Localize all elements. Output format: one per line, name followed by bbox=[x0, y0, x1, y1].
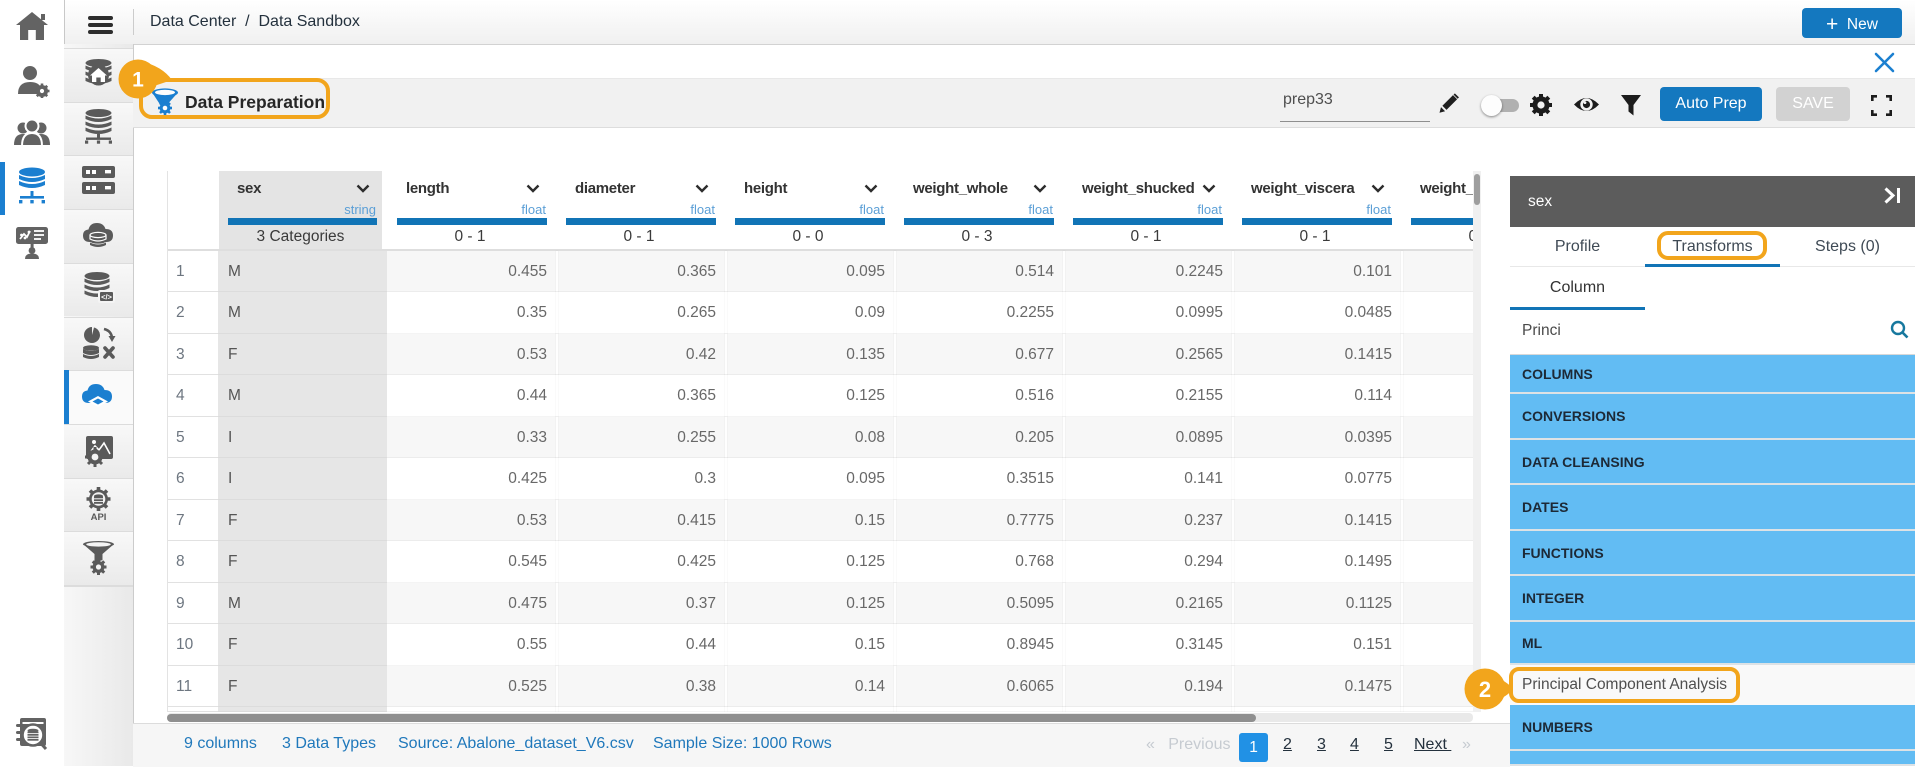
svg-text:2: 2 bbox=[1479, 677, 1491, 702]
svg-text:</>: </> bbox=[101, 293, 112, 302]
svg-text:1: 1 bbox=[132, 69, 144, 92]
svg-text:API: API bbox=[91, 512, 107, 521]
